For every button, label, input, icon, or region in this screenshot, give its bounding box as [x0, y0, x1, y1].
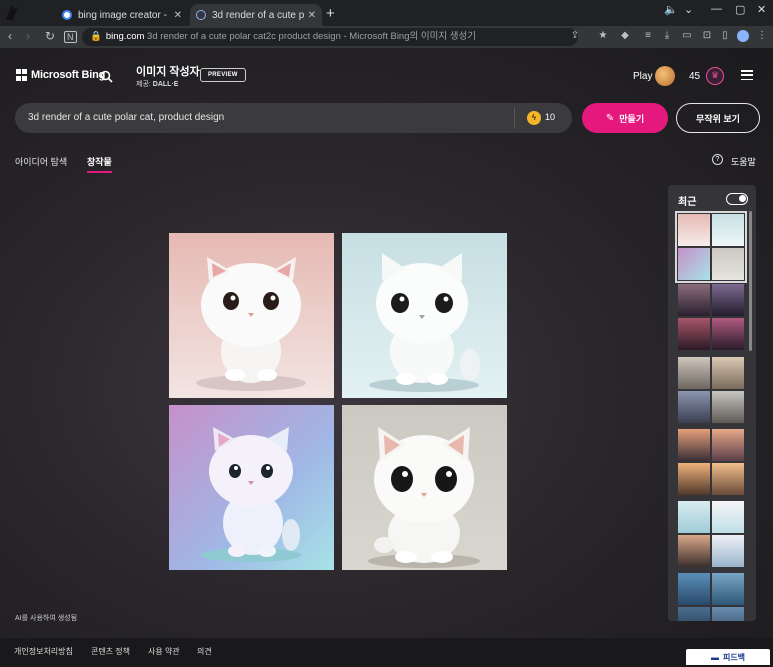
rewards-trophy-icon[interactable]: ♛ — [706, 67, 724, 85]
microsoft-logo-icon[interactable] — [16, 69, 28, 81]
browser-toolbar: ‹ › ↻ N 🔒 bing.com 3d render of a cute po… — [0, 26, 773, 48]
reload-icon[interactable]: ↻ — [45, 29, 55, 43]
prompt-input[interactable]: 3d render of a cute polar cat, product d… — [15, 103, 572, 133]
cat-image — [201, 427, 301, 562]
recent-set-2[interactable] — [678, 284, 744, 350]
surprise-me-button[interactable]: 무작위 보기 — [676, 103, 760, 133]
create-label: 만들기 — [619, 113, 645, 124]
app-title: 이미지 작성자 — [136, 66, 200, 78]
feedback-button[interactable]: ▬ 피드백 — [686, 649, 770, 665]
generated-image-1[interactable] — [169, 233, 334, 398]
video-icon[interactable]: ▭ — [681, 30, 693, 42]
content-policy-link[interactable]: 콘텐츠 정책 — [91, 646, 130, 657]
google-favicon-icon — [62, 10, 72, 20]
sidebar-icon[interactable]: ▯ — [719, 30, 731, 42]
recent-set-1[interactable] — [675, 211, 747, 283]
active-tab-indicator — [87, 171, 112, 173]
generated-image-3[interactable] — [169, 405, 334, 570]
cat-image — [368, 427, 480, 568]
recent-set-4[interactable] — [678, 429, 744, 495]
search-icon — [100, 70, 113, 83]
new-tab-icon[interactable]: + — [326, 5, 335, 22]
minimize-icon[interactable]: — — [711, 3, 722, 15]
app-subtitle: 제공: DALL·E — [136, 79, 178, 89]
tab-creations[interactable]: 창작물 — [87, 155, 112, 168]
profile-avatar[interactable] — [737, 30, 749, 42]
boost-icon: ϟ — [527, 111, 541, 125]
tab-title: bing image creator - Googl — [78, 9, 170, 21]
feedback-link[interactable]: 의견 — [197, 646, 212, 657]
footer-bar: 개인정보처리방침 콘텐츠 정책 사용 약관 의견 ▬ 피드백 — [0, 638, 773, 667]
privacy-link[interactable]: 개인정보처리방침 — [14, 646, 73, 657]
tab-title: 3d render of a cute polar ca — [212, 9, 304, 21]
tab-explore-ideas[interactable]: 아이디어 탐색 — [15, 155, 67, 168]
reader-icon[interactable]: N — [64, 31, 77, 43]
menu-icon[interactable] — [741, 70, 753, 80]
url-host: bing.com — [105, 31, 145, 42]
close-tab-icon[interactable]: ✕ — [308, 10, 316, 21]
help-icon[interactable]: ? — [712, 154, 723, 165]
menu-dots-icon[interactable]: ⋮ — [756, 30, 768, 42]
back-icon[interactable]: ‹ — [8, 29, 12, 43]
close-tab-icon[interactable]: ✕ — [174, 10, 182, 21]
lock-icon: 🔒 — [90, 31, 102, 42]
feedback-label: 피드백 — [722, 652, 746, 662]
recent-panel: 최근 — [668, 185, 756, 621]
prompt-divider — [514, 107, 515, 129]
terms-link[interactable]: 사용 약관 — [148, 646, 180, 657]
play-label[interactable]: Play — [633, 71, 652, 82]
create-button[interactable]: ✎ 만들기 — [582, 103, 668, 133]
prompt-text[interactable]: 3d render of a cute polar cat, product d… — [28, 112, 224, 123]
recent-set-3[interactable] — [678, 357, 744, 423]
feedback-icon: ▬ — [710, 652, 719, 662]
tab-google-search[interactable]: bing image creator - Googl ✕ — [56, 4, 188, 26]
recent-title: 최근 — [678, 197, 697, 208]
app-sub-brand: DALL·E — [152, 81, 179, 88]
download-icon[interactable]: ⤓ — [661, 30, 673, 42]
recent-toggle[interactable] — [726, 193, 748, 205]
help-link[interactable]: 도움말 — [731, 155, 756, 168]
preview-badge: PREVIEW — [200, 68, 246, 82]
generated-image-4[interactable] — [342, 405, 507, 570]
surprise-label: 무작위 보기 — [696, 113, 740, 124]
share-icon[interactable]: ⇪ — [569, 30, 581, 42]
recent-set-6[interactable] — [678, 573, 744, 621]
recent-scrollbar[interactable] — [749, 211, 752, 351]
site-header: Microsoft Bing 이미지 작성자 제공: DALL·E PREVIE… — [0, 48, 773, 102]
tab-list-icon[interactable]: ⌄ — [684, 3, 693, 16]
bing-image-creator-page: Microsoft Bing 이미지 작성자 제공: DALL·E PREVIE… — [0, 48, 773, 667]
create-icon: ✎ — [605, 112, 615, 124]
screenshot-icon[interactable]: ⊡ — [701, 30, 713, 42]
extension-icon[interactable]: ◆ — [619, 30, 631, 42]
url-path: 3d render of a cute polar cat2c product … — [147, 31, 476, 42]
volume-icon[interactable]: 🔈 — [664, 3, 678, 16]
recent-set-5[interactable] — [678, 501, 744, 567]
tab-bing-image[interactable]: 3d render of a cute polar ca ✕ — [190, 4, 322, 26]
browser-titlebar: bing image creator - Googl ✕ 3d render o… — [0, 0, 773, 26]
search-button[interactable] — [94, 64, 118, 88]
boost-count: 10 — [545, 112, 556, 122]
cat-image — [196, 257, 306, 391]
search-favicon-icon — [196, 10, 206, 20]
playlist-icon[interactable]: ≡ — [642, 30, 654, 42]
rewards-points: 45 — [689, 71, 701, 82]
ai-generated-note: AI를 사용하여 생성됨 — [15, 615, 78, 622]
close-window-icon[interactable]: ✕ — [757, 3, 766, 16]
cat-image — [369, 253, 480, 392]
maximize-icon[interactable]: ▢ — [735, 3, 745, 16]
bookmark-icon[interactable]: ★ — [597, 30, 609, 42]
address-bar[interactable]: 🔒 bing.com 3d render of a cute polar cat2… — [82, 28, 578, 46]
app-sub-prefix: 제공: — [136, 81, 151, 88]
browser-logo-icon — [6, 4, 18, 20]
generated-image-2[interactable] — [342, 233, 507, 398]
play-avatar[interactable] — [655, 66, 675, 86]
forward-icon[interactable]: › — [26, 29, 30, 43]
